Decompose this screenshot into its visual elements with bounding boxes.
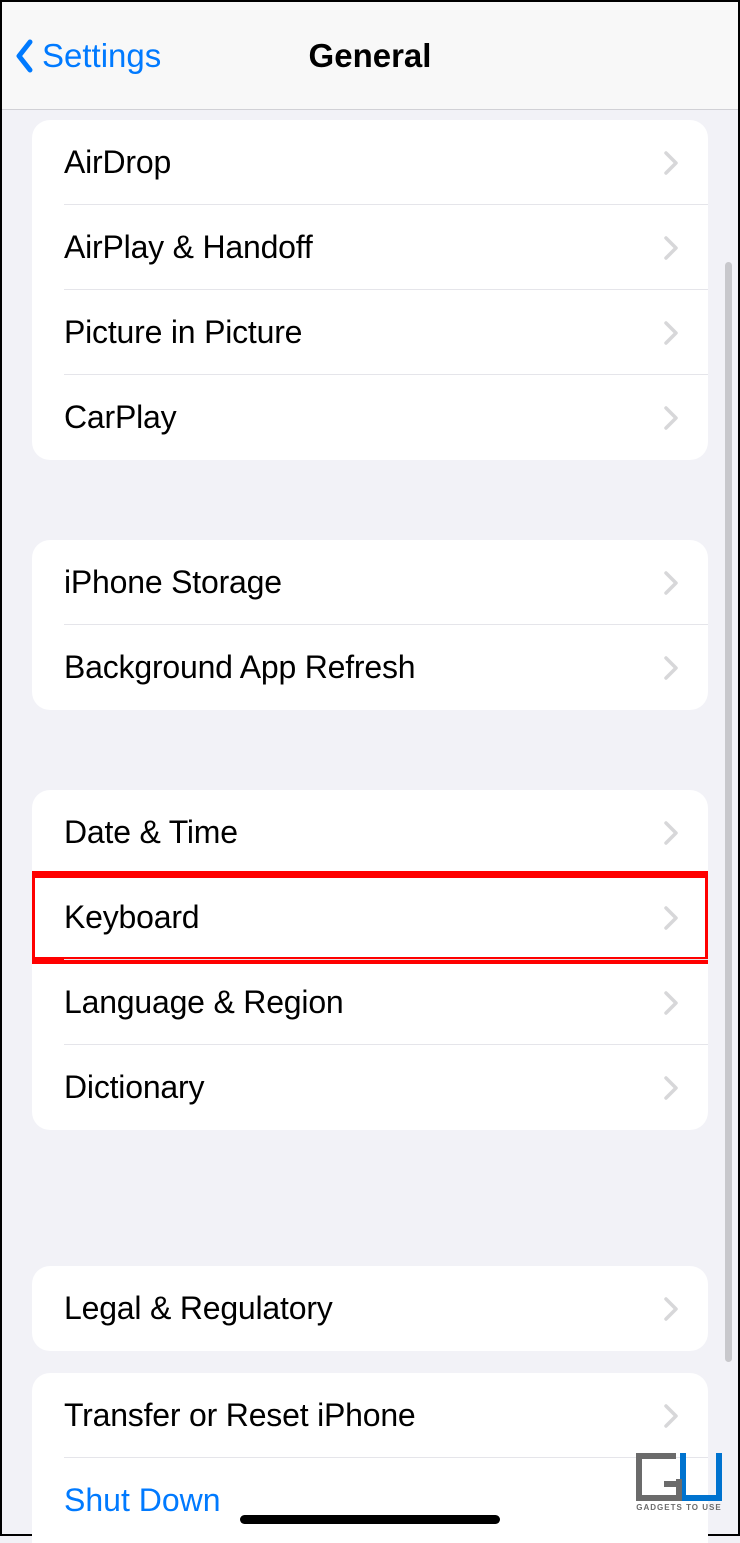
scrollbar[interactable]: [725, 262, 732, 1362]
chevron-right-icon: [664, 236, 678, 260]
row-keyboard[interactable]: Keyboard: [32, 875, 708, 960]
row-label: Dictionary: [64, 1069, 204, 1106]
row-label: Transfer or Reset iPhone: [64, 1397, 416, 1434]
chevron-right-icon: [664, 906, 678, 930]
chevron-right-icon: [664, 991, 678, 1015]
chevron-left-icon: [14, 39, 34, 73]
back-label: Settings: [42, 37, 161, 75]
row-picture-in-picture[interactable]: Picture in Picture: [32, 290, 708, 375]
navbar: Settings General: [2, 2, 738, 110]
row-label: Keyboard: [64, 899, 199, 936]
chevron-right-icon: [664, 1297, 678, 1321]
row-dictionary[interactable]: Dictionary: [32, 1045, 708, 1130]
page-title: General: [309, 37, 432, 75]
section-system: Date & Time Keyboard Language & Region D…: [32, 790, 708, 1130]
row-label: iPhone Storage: [64, 564, 282, 601]
row-airplay-handoff[interactable]: AirPlay & Handoff: [32, 205, 708, 290]
row-language-region[interactable]: Language & Region: [32, 960, 708, 1045]
section-storage: iPhone Storage Background App Refresh: [32, 540, 708, 710]
row-carplay[interactable]: CarPlay: [32, 375, 708, 460]
chevron-right-icon: [664, 1076, 678, 1100]
row-label: Picture in Picture: [64, 314, 302, 351]
row-label: Language & Region: [64, 984, 344, 1021]
section-legal: Legal & Regulatory: [32, 1266, 708, 1351]
settings-content: AirDrop AirPlay & Handoff Picture in Pic…: [2, 120, 738, 1543]
chevron-right-icon: [664, 571, 678, 595]
chevron-right-icon: [664, 406, 678, 430]
logo-text: GADGETS TO USE: [636, 1503, 721, 1512]
row-label: CarPlay: [64, 399, 176, 436]
row-transfer-reset[interactable]: Transfer or Reset iPhone: [32, 1373, 708, 1458]
row-iphone-storage[interactable]: iPhone Storage: [32, 540, 708, 625]
shutdown-label: Shut Down: [64, 1482, 221, 1519]
row-label: AirDrop: [64, 144, 171, 181]
row-legal-regulatory[interactable]: Legal & Regulatory: [32, 1266, 708, 1351]
row-label: AirPlay & Handoff: [64, 229, 313, 266]
row-date-time[interactable]: Date & Time: [32, 790, 708, 875]
chevron-right-icon: [664, 1404, 678, 1428]
row-airdrop[interactable]: AirDrop: [32, 120, 708, 205]
row-label: Background App Refresh: [64, 649, 415, 686]
chevron-right-icon: [664, 151, 678, 175]
section-features: AirDrop AirPlay & Handoff Picture in Pic…: [32, 120, 708, 460]
row-label: Date & Time: [64, 814, 238, 851]
back-button[interactable]: Settings: [2, 37, 161, 75]
watermark-logo: GADGETS TO USE: [636, 1453, 722, 1512]
chevron-right-icon: [664, 656, 678, 680]
row-background-app-refresh[interactable]: Background App Refresh: [32, 625, 708, 710]
chevron-right-icon: [664, 321, 678, 345]
home-indicator[interactable]: [240, 1515, 500, 1524]
chevron-right-icon: [664, 821, 678, 845]
shutdown-button[interactable]: Shut Down: [32, 1458, 708, 1543]
logo-icon: [636, 1453, 722, 1501]
row-label: Legal & Regulatory: [64, 1290, 333, 1327]
